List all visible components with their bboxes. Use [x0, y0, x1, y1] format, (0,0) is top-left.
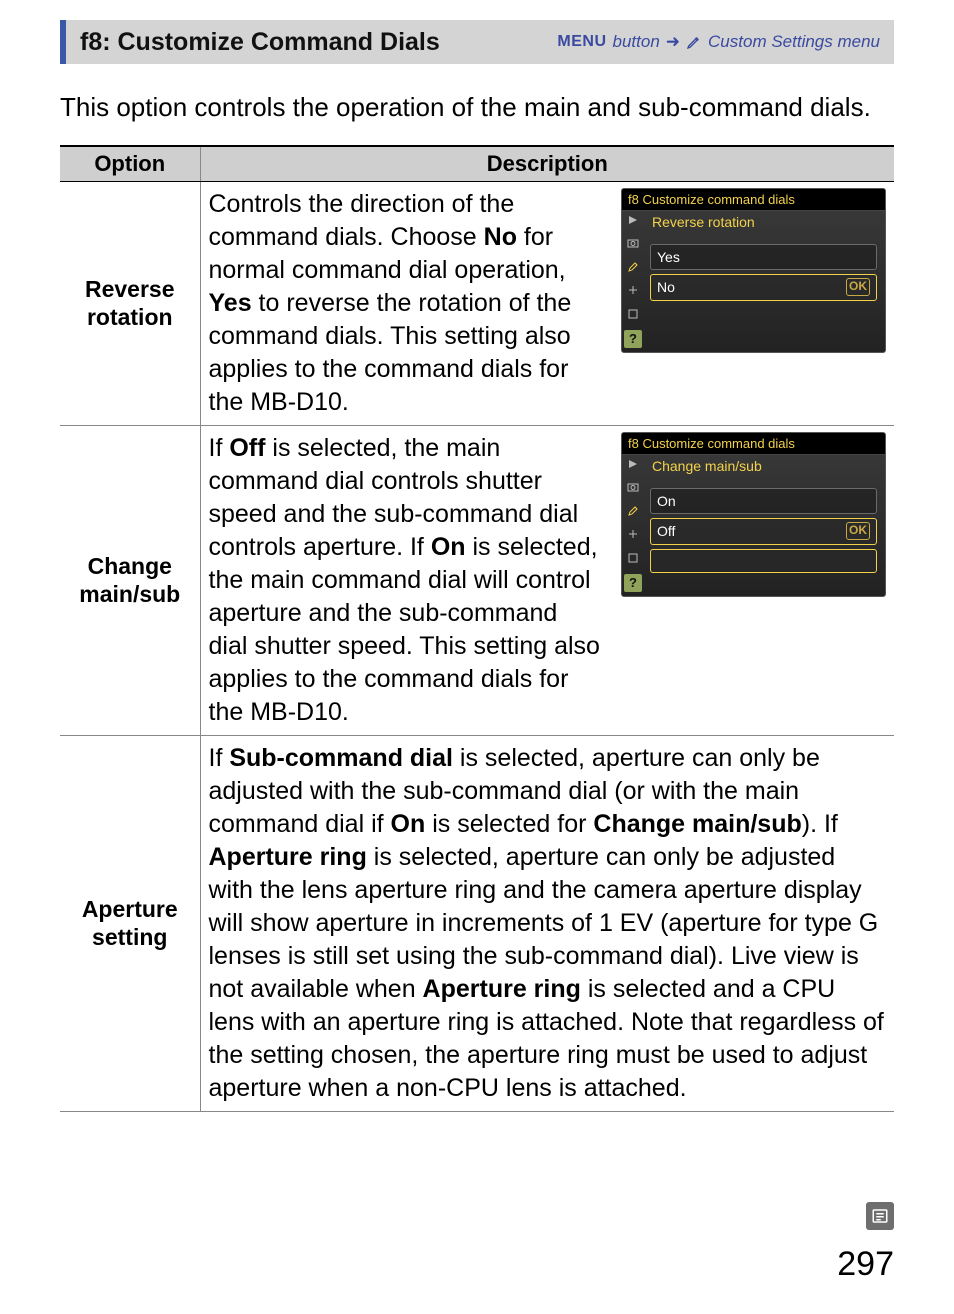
- menu-section-icon: [866, 1202, 894, 1230]
- pencil-icon: [626, 504, 640, 518]
- shot-option: On: [650, 488, 877, 514]
- retouch-icon: [626, 283, 640, 297]
- desc-bold: Aperture ring: [423, 975, 581, 1003]
- table-row: Change main/sub If Off is selected, the …: [60, 426, 894, 736]
- retouch-icon: [626, 527, 640, 541]
- screenshot-change-main-sub: f8 Customize command dials ?: [621, 432, 886, 597]
- screenshot-reverse-rotation: f8 Customize command dials ?: [621, 188, 886, 353]
- shot-option-empty: [650, 549, 877, 573]
- option-line1: Change: [88, 553, 172, 579]
- shot-option: Yes: [650, 244, 877, 270]
- desc-bold: On: [431, 533, 466, 561]
- desc-text: Controls the direction of the command di…: [209, 190, 515, 251]
- desc-bold: Off: [229, 434, 265, 462]
- breadcrumb-button-word: button: [613, 32, 660, 52]
- desc-text: If: [209, 434, 230, 462]
- option-desc: If Sub-command dial is selected, apertur…: [200, 736, 894, 1112]
- shot-sidebar: ?: [622, 209, 644, 352]
- breadcrumb-menu-name: Custom Settings menu: [708, 32, 880, 52]
- page-number: 297: [837, 1245, 894, 1284]
- playback-icon: [626, 213, 640, 227]
- option-line1: Reverse: [85, 276, 175, 302]
- table-row: Aperture setting If Sub-command dial is …: [60, 736, 894, 1112]
- th-description: Description: [200, 146, 894, 182]
- desc-text: to reverse the rotation of the command d…: [209, 289, 572, 416]
- camera-icon: [626, 480, 640, 494]
- shot-title: f8 Customize command dials: [622, 189, 885, 211]
- pencil-icon: [686, 34, 702, 50]
- desc-bold: Sub-command dial: [229, 744, 453, 772]
- option-desc: Controls the direction of the command di…: [200, 182, 894, 426]
- desc-bold: Aperture ring: [209, 843, 367, 871]
- desc-text: is selected, the main command dial will …: [209, 533, 600, 726]
- help-icon: ?: [624, 574, 642, 592]
- breadcrumb: MENU button ➜ Custom Settings menu: [557, 32, 880, 52]
- th-option: Option: [60, 146, 200, 182]
- option-desc: If Off is selected, the main command dia…: [200, 426, 894, 736]
- playback-icon: [626, 457, 640, 471]
- option-line2: rotation: [87, 304, 173, 330]
- ok-badge: OK: [846, 522, 870, 540]
- table-row: Reverse rotation Controls the direction …: [60, 182, 894, 426]
- title-bar: f8: Customize Command Dials MENU button …: [60, 20, 894, 64]
- menu-label: MENU: [557, 33, 606, 51]
- shot-option-selected: Off OK: [650, 518, 877, 544]
- option-line2: main/sub: [79, 581, 180, 607]
- page-title: f8: Customize Command Dials: [80, 28, 440, 57]
- option-label: Change main/sub: [60, 426, 200, 736]
- ok-badge: OK: [846, 278, 870, 296]
- shot-subtitle: Reverse rotation: [648, 211, 879, 239]
- intro-text: This option controls the operation of th…: [60, 90, 894, 125]
- shot-subtitle: Change main/sub: [648, 455, 879, 483]
- desc-text: If: [209, 744, 230, 772]
- setup-icon: [626, 551, 640, 565]
- options-table: Option Description Reverse rotation Cont…: [60, 145, 894, 1112]
- desc-bold: Yes: [209, 289, 252, 317]
- setup-icon: [626, 307, 640, 321]
- option-label: Aperture setting: [60, 736, 200, 1112]
- shot-sidebar: ?: [622, 453, 644, 596]
- shot-title: f8 Customize command dials: [622, 433, 885, 455]
- option-line1: Aperture: [82, 896, 178, 922]
- desc-text: is selected for: [425, 810, 593, 838]
- desc-bold: Change main/sub: [593, 810, 801, 838]
- camera-icon: [626, 236, 640, 250]
- desc-bold: No: [484, 223, 517, 251]
- desc-bold: On: [391, 810, 426, 838]
- help-icon: ?: [624, 330, 642, 348]
- option-line2: setting: [92, 924, 167, 950]
- pencil-icon: [626, 260, 640, 274]
- option-label: Reverse rotation: [60, 182, 200, 426]
- shot-option-selected: No OK: [650, 274, 877, 300]
- desc-text: ). If: [802, 810, 838, 838]
- arrow-icon: ➜: [666, 32, 680, 52]
